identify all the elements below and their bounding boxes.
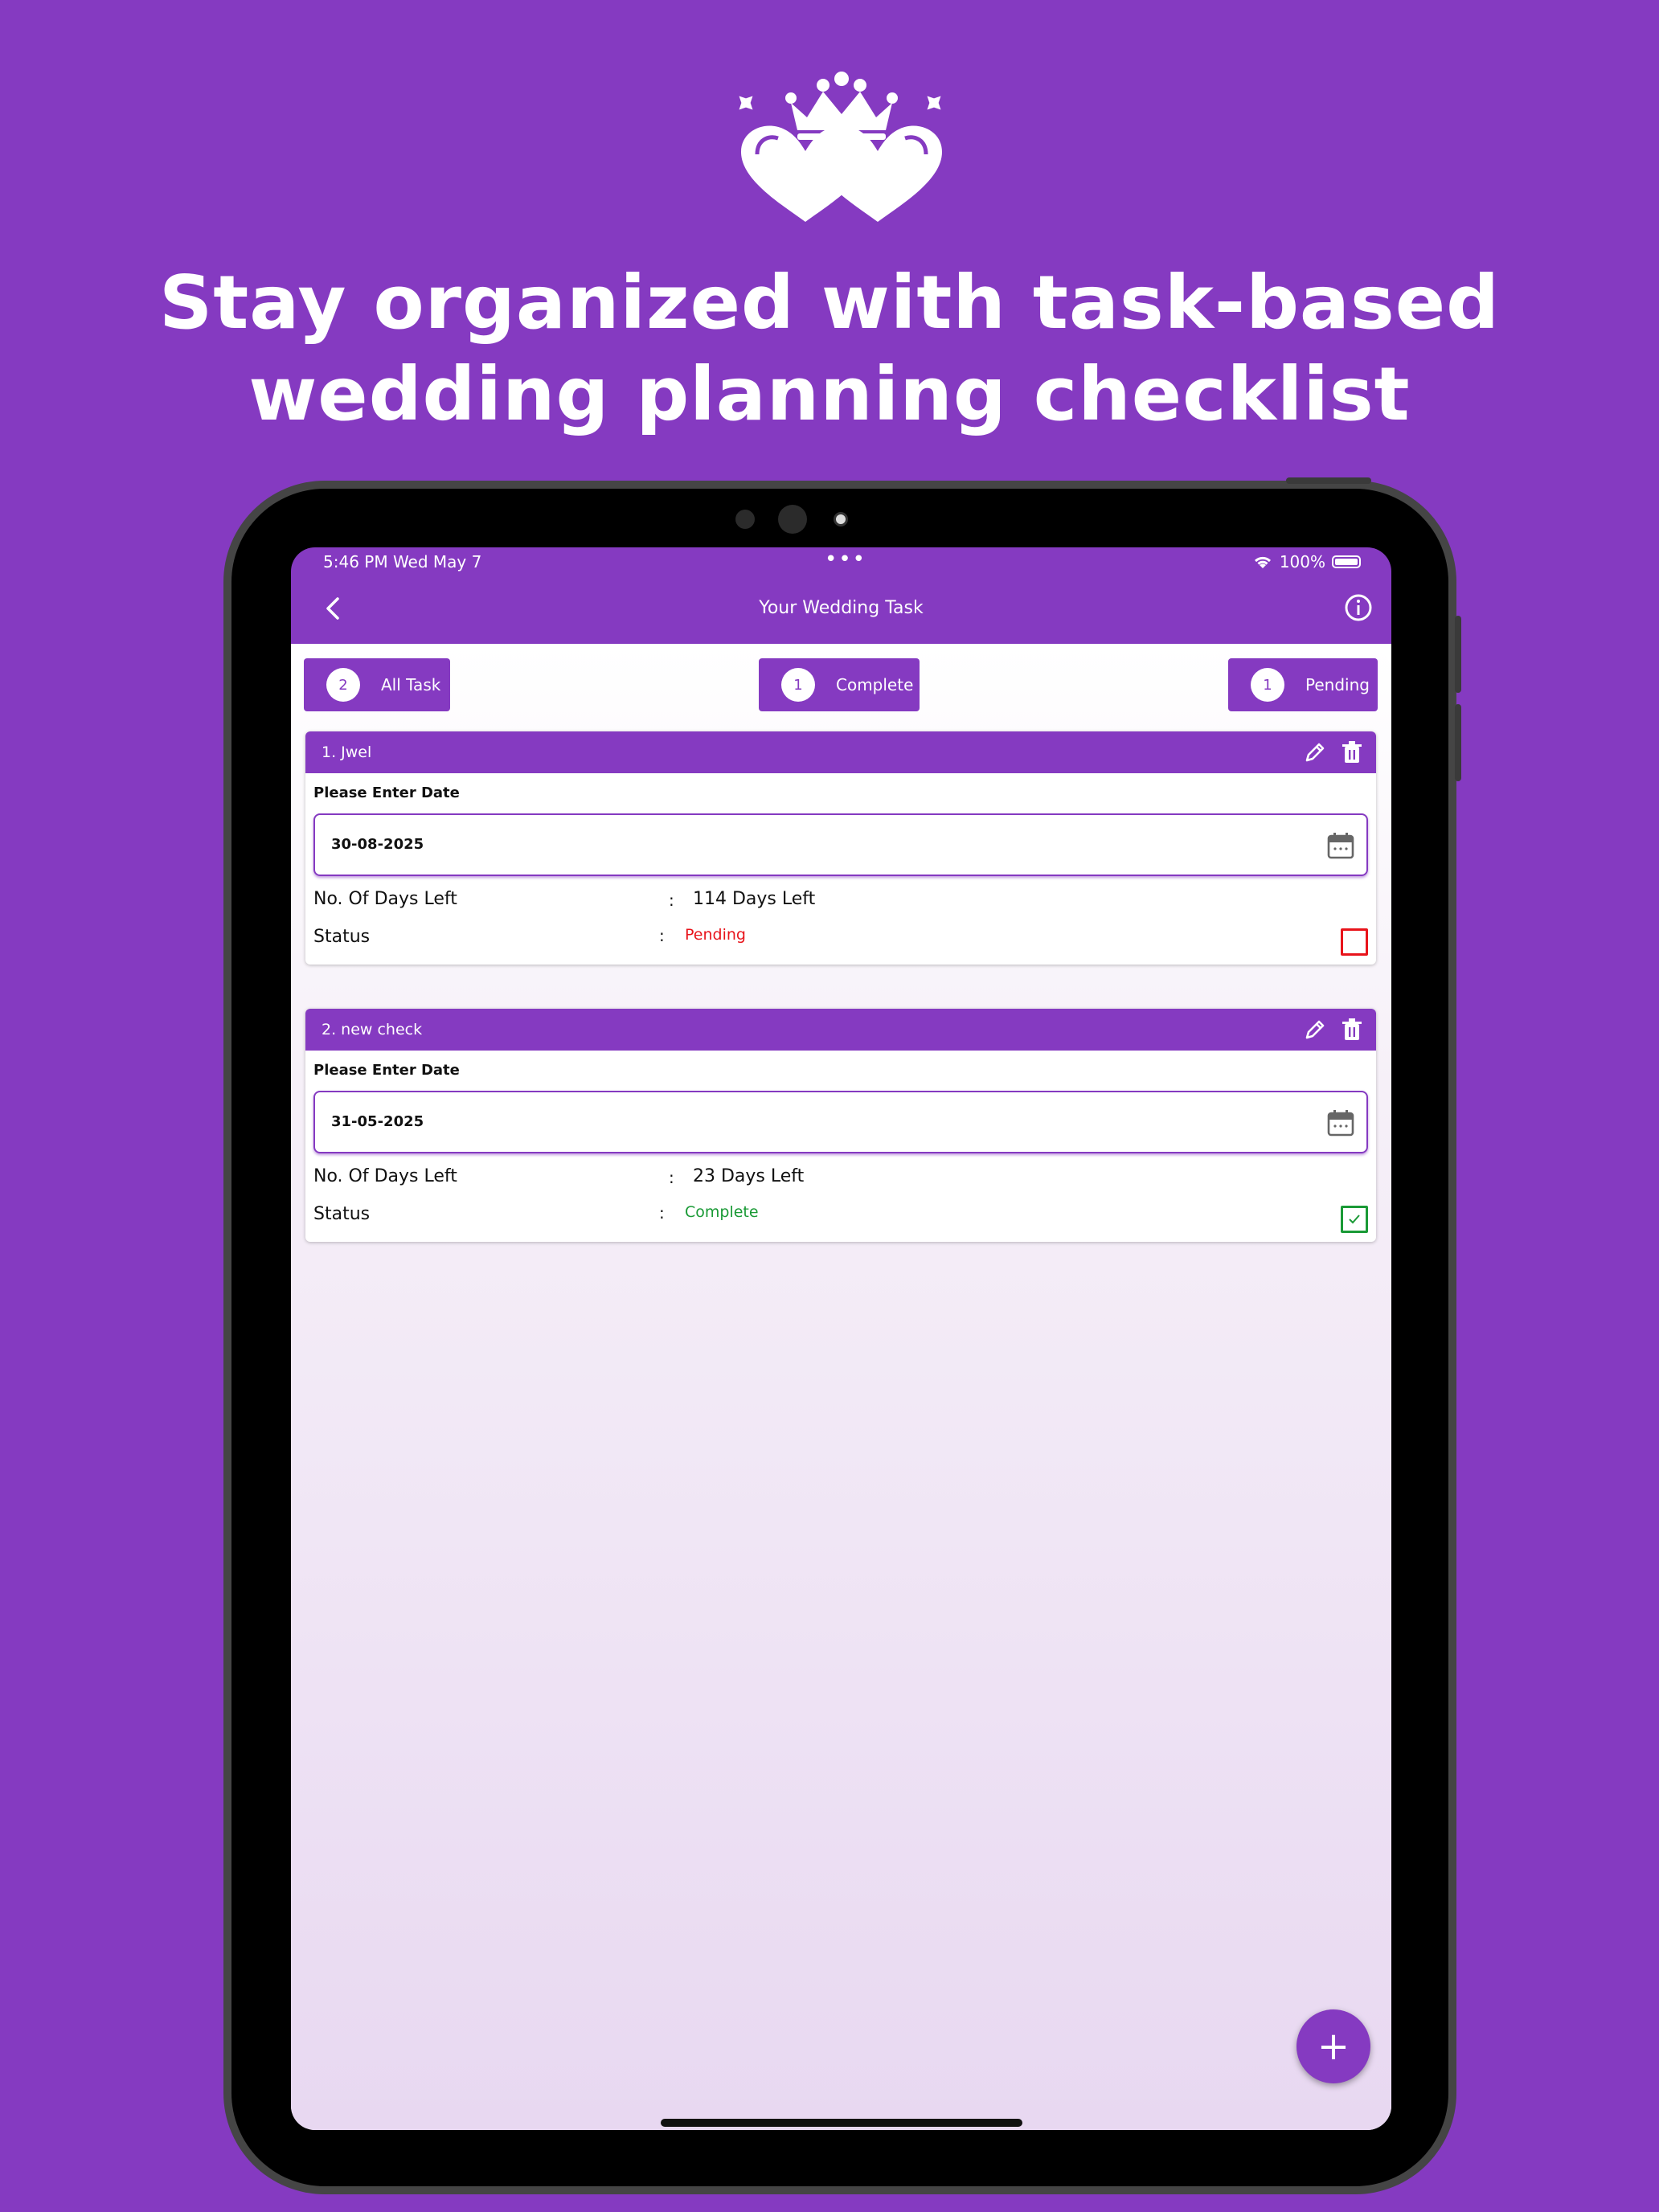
tablet-volume-up-button [1455, 616, 1461, 693]
status-label: Status [313, 1204, 371, 1224]
date-value: 31-05-2025 [331, 1113, 424, 1130]
multitask-dots-icon[interactable]: ••• [825, 547, 866, 571]
task-card: 1. Jwel Please Enter Date 30-08-2025 No.… [305, 731, 1376, 965]
edit-pencil-icon[interactable] [1302, 1017, 1328, 1043]
status-checkbox-checked[interactable] [1341, 1206, 1368, 1233]
front-sensor [735, 510, 755, 529]
info-icon[interactable] [1343, 592, 1374, 623]
days-left-value: 114 Days Left [693, 889, 816, 909]
home-indicator[interactable] [661, 2119, 1022, 2127]
tab-count-badge: 2 [326, 668, 360, 702]
tab-count-badge: 1 [781, 668, 815, 702]
calendar-icon[interactable] [1326, 1108, 1355, 1137]
front-camera [778, 505, 807, 534]
status-checkbox-unchecked[interactable] [1341, 928, 1368, 956]
battery-percent: 100% [1279, 552, 1325, 571]
headline: Stay organized with task-based wedding p… [0, 257, 1659, 440]
trash-icon[interactable] [1339, 739, 1365, 765]
calendar-icon[interactable] [1326, 831, 1355, 860]
days-left-label: No. Of Days Left [313, 889, 457, 909]
task-card: 2. new check Please Enter Date 31-05-202… [305, 1009, 1376, 1242]
date-value: 30-08-2025 [331, 836, 424, 853]
tablet-top-button [1286, 477, 1371, 484]
checkmark-icon [1349, 1215, 1360, 1224]
separator: : [659, 1203, 665, 1223]
date-field-label: Please Enter Date [313, 1062, 460, 1079]
days-left-value: 23 Days Left [693, 1166, 805, 1186]
status-value-pending: Pending [685, 926, 746, 944]
days-left-label: No. Of Days Left [313, 1166, 457, 1186]
crown-hearts-logo-icon [739, 72, 942, 222]
headline-line-2: wedding planning checklist [248, 351, 1411, 437]
edit-pencil-icon[interactable] [1302, 739, 1328, 765]
plus-icon: + [1317, 2024, 1350, 2069]
separator: : [669, 1168, 674, 1187]
tab-count-badge: 1 [1251, 668, 1284, 702]
status-time-date: 5:46 PM Wed May 7 [323, 552, 482, 571]
tab-label: Pending [1305, 675, 1370, 694]
headline-line-1: Stay organized with task-based [158, 260, 1501, 346]
tab-pending[interactable]: 1 Pending [1228, 658, 1378, 711]
task-title: 1. Jwel [322, 743, 372, 761]
status-bar: 5:46 PM Wed May 7 ••• 100% [291, 547, 1391, 576]
trash-icon[interactable] [1339, 1017, 1365, 1043]
tab-complete[interactable]: 1 Complete [759, 658, 920, 711]
date-input[interactable]: 30-08-2025 [313, 813, 1368, 876]
tab-label: Complete [836, 675, 914, 694]
tablet-volume-down-button [1455, 704, 1461, 781]
date-input[interactable]: 31-05-2025 [313, 1091, 1368, 1153]
tab-label: All Task [381, 675, 441, 694]
app-bar-title: Your Wedding Task [759, 598, 924, 618]
status-right: 100% [1252, 547, 1361, 576]
wifi-icon [1254, 556, 1271, 568]
task-title: 2. new check [322, 1021, 423, 1038]
task-card-header: 1. Jwel [305, 731, 1376, 773]
status-label: Status [313, 927, 371, 947]
app-screen: 5:46 PM Wed May 7 ••• 100% Your Wedding … [291, 547, 1391, 2130]
date-field-label: Please Enter Date [313, 784, 460, 801]
battery-icon [1332, 555, 1361, 568]
add-task-button[interactable]: + [1296, 2009, 1370, 2083]
status-value-complete: Complete [685, 1203, 759, 1221]
tab-all-task[interactable]: 2 All Task [304, 658, 450, 711]
separator: : [669, 891, 674, 910]
separator: : [659, 926, 665, 945]
task-card-header: 2. new check [305, 1009, 1376, 1051]
front-light-sensor [834, 512, 848, 526]
